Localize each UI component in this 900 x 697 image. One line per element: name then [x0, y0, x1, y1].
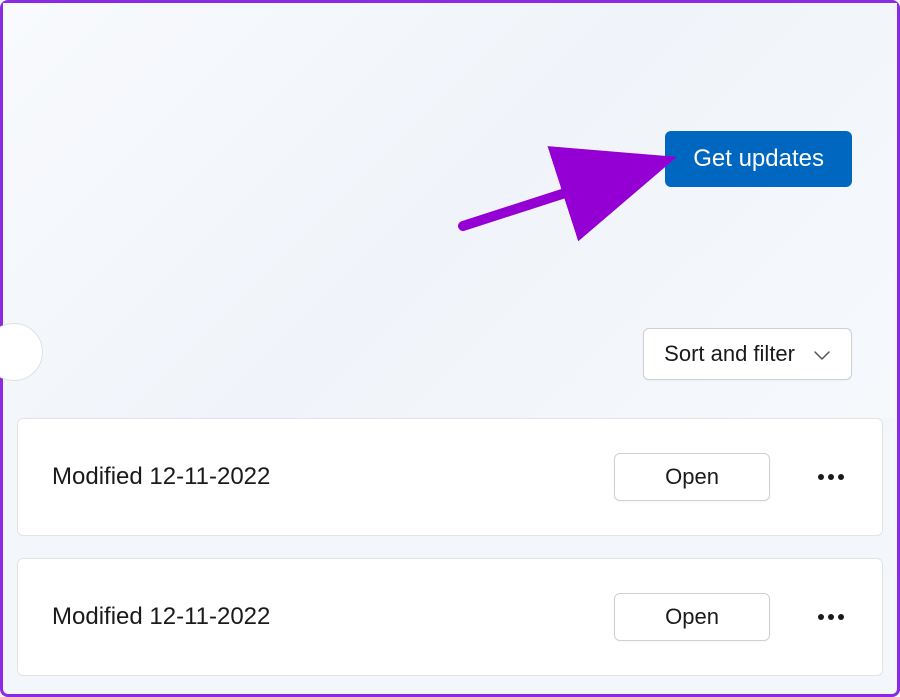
- more-icon: [818, 614, 824, 620]
- more-icon: [828, 474, 834, 480]
- sort-filter-label: Sort and filter: [664, 341, 795, 367]
- more-options-button[interactable]: [810, 470, 852, 484]
- list-item: Modified 12-11-2022 Open: [17, 558, 883, 676]
- get-updates-button[interactable]: Get updates: [665, 131, 852, 187]
- arrow-annotation: [453, 141, 683, 241]
- divider-circle: [0, 323, 43, 381]
- modified-label: Modified 12-11-2022: [52, 603, 270, 631]
- header-section: Get updates Sort and filter: [3, 3, 897, 418]
- sort-filter-button[interactable]: Sort and filter: [643, 328, 852, 380]
- open-label: Open: [665, 464, 719, 489]
- more-icon: [838, 474, 844, 480]
- modified-label: Modified 12-11-2022: [52, 463, 270, 491]
- card-actions: Open: [614, 593, 852, 641]
- chevron-down-icon: [813, 341, 831, 367]
- list-item: Modified 12-11-2022 Open: [17, 418, 883, 536]
- card-actions: Open: [614, 453, 852, 501]
- open-button[interactable]: Open: [614, 593, 770, 641]
- open-label: Open: [665, 604, 719, 629]
- item-list: Modified 12-11-2022 Open Modified 12-11-…: [3, 418, 897, 676]
- more-icon: [838, 614, 844, 620]
- open-button[interactable]: Open: [614, 453, 770, 501]
- more-icon: [828, 614, 834, 620]
- more-icon: [818, 474, 824, 480]
- get-updates-label: Get updates: [693, 145, 824, 172]
- more-options-button[interactable]: [810, 610, 852, 624]
